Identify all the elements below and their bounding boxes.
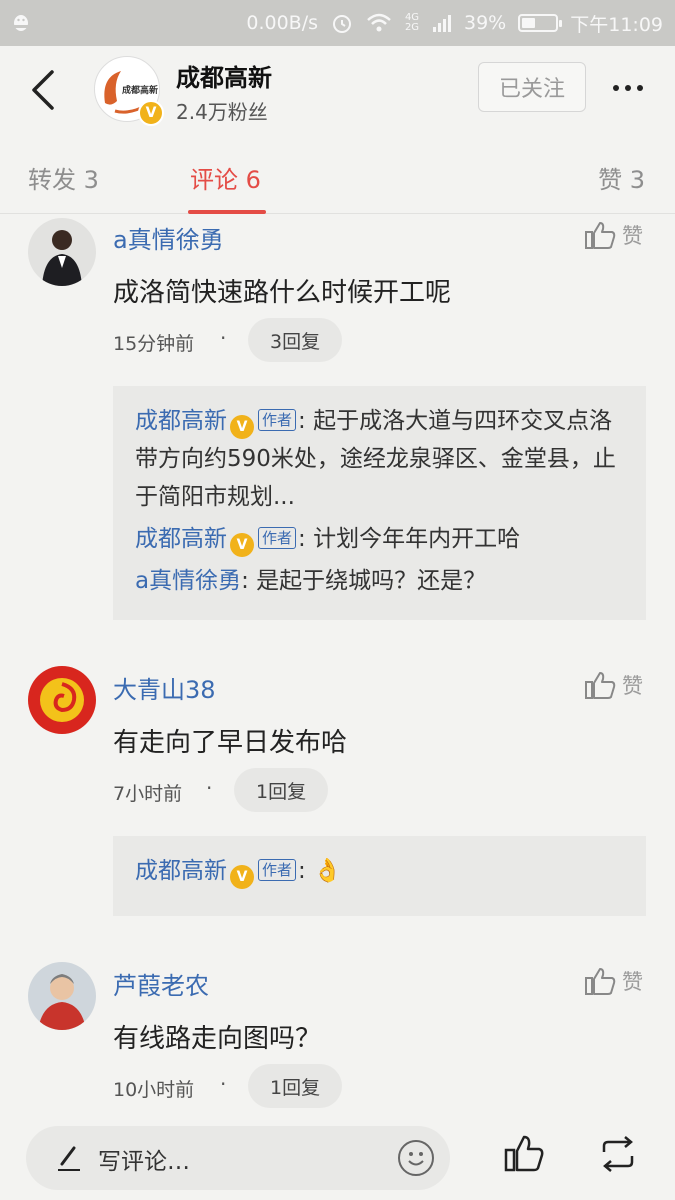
sub-reply-text: : 计划今年年内开工哈 xyxy=(298,526,521,552)
comment-like-button[interactable]: 赞 xyxy=(584,966,643,996)
user-photo-icon xyxy=(42,230,82,286)
tab-like[interactable]: 赞 3 xyxy=(598,160,645,195)
pen-icon xyxy=(58,1146,80,1171)
verified-badge-icon: V xyxy=(230,865,254,889)
thumbs-up-icon xyxy=(585,222,616,249)
reply-count-button[interactable]: 1回复 xyxy=(234,768,329,812)
battery-icon xyxy=(518,14,563,32)
author-tag: 作者 xyxy=(258,527,297,549)
sub-reply-user[interactable]: 成都高新 xyxy=(135,858,227,884)
sub-replies-box[interactable]: 成都高新 V 作者: 👌 xyxy=(113,836,646,916)
qq-penguin-icon xyxy=(14,15,28,31)
thumbs-up-icon xyxy=(585,968,616,995)
thumbs-up-icon[interactable] xyxy=(504,1134,544,1174)
sub-reply-user[interactable]: a真情徐勇 xyxy=(135,568,241,594)
tab-comment[interactable]: 评论 6 xyxy=(190,160,261,195)
avatar[interactable] xyxy=(28,962,96,1030)
wifi-icon xyxy=(367,13,391,32)
comment-text: 有线路走向图吗？ xyxy=(113,1024,322,1054)
comment-username[interactable]: 大青山38 xyxy=(113,670,216,705)
sub-reply: 成都高新 V 作者: 👌 xyxy=(135,852,624,890)
avatar[interactable] xyxy=(28,666,96,734)
comment-time: 10小时前 xyxy=(113,1079,195,1101)
comment-username[interactable]: 芦葭老农 xyxy=(113,966,209,1001)
top-header: 成都高新 V 成都高新 2.4万粉丝 已关注 xyxy=(0,46,675,138)
verified-badge-icon: V xyxy=(230,533,254,557)
comment-like-button[interactable]: 赞 xyxy=(584,220,643,250)
bottom-action-bar: 写评论… xyxy=(0,1118,675,1200)
network-speed: 0.00B/s xyxy=(246,12,318,34)
sub-reply-text: : 👌 xyxy=(298,858,342,884)
comment-text: 有走向了早日发布哈 xyxy=(113,728,348,758)
comment-input[interactable]: 写评论… xyxy=(26,1126,450,1190)
avatar[interactable] xyxy=(28,218,96,286)
sub-reply-user[interactable]: 成都高新 xyxy=(135,526,227,552)
like-label: 赞 xyxy=(622,674,643,698)
emoji-icon[interactable] xyxy=(398,1140,434,1176)
thumbs-up-icon xyxy=(585,672,616,699)
status-bar: 0.00B/s 4G 2G 39% 下午11:09 xyxy=(0,0,675,46)
repost-icon[interactable] xyxy=(598,1136,638,1172)
battery-percent: 39% xyxy=(464,12,507,34)
sub-replies-box[interactable]: 成都高新 V 作者: 起于成洛大道与四环交叉点洛带方向约590米处，途经龙泉驿区、金… xyxy=(113,386,646,620)
comment-item: 芦葭老农 赞 有线路走向图吗？ 10小时前 · 1回复 xyxy=(0,960,675,1120)
comment-text: 成洛简快速路什么时候开工呢 xyxy=(113,278,452,308)
like-label: 赞 xyxy=(622,224,643,248)
separator-dot: · xyxy=(206,776,213,800)
reply-count-button[interactable]: 3回复 xyxy=(248,318,343,362)
verified-badge-icon: V xyxy=(230,415,254,439)
sub-reply-user[interactable]: 成都高新 xyxy=(135,408,227,434)
verified-badge-icon: V xyxy=(138,100,164,126)
sub-reply: 成都高新 V 作者: 计划今年年内开工哈 xyxy=(135,520,624,558)
comment-item: 大青山38 赞 有走向了早日发布哈 7小时前 · 1回复 成都高新 V 作者: 👌 xyxy=(0,664,675,924)
reply-count-button[interactable]: 1回复 xyxy=(248,1064,343,1108)
sub-reply: 成都高新 V 作者: 起于成洛大道与四环交叉点洛带方向约590米处，途经龙泉驿区、金… xyxy=(135,402,624,516)
author-tag: 作者 xyxy=(258,859,297,881)
comment-like-button[interactable]: 赞 xyxy=(584,670,643,700)
sun-swirl-avatar-icon xyxy=(32,670,92,730)
alarm-icon xyxy=(333,15,351,33)
fans-count: 2.4万粉丝 xyxy=(176,100,268,124)
follow-button[interactable]: 已关注 xyxy=(478,62,586,112)
like-label: 赞 xyxy=(622,970,643,994)
comment-time: 7小时前 xyxy=(113,783,183,805)
comment-item: a真情徐勇 赞 成洛简快速路什么时候开工呢 15分钟前 · 3回复 成都高新 V 作… xyxy=(0,214,675,634)
signal-icon xyxy=(433,15,451,32)
account-name[interactable]: 成都高新 xyxy=(176,58,272,93)
separator-dot: · xyxy=(220,326,227,350)
user-photo-icon xyxy=(38,974,86,1030)
sub-reply: a真情徐勇: 是起于绕城吗？还是？ xyxy=(135,562,624,600)
separator-dot: · xyxy=(220,1072,227,1096)
comment-username[interactable]: a真情徐勇 xyxy=(113,220,224,255)
back-arrow-icon[interactable] xyxy=(26,68,62,112)
tab-bar: 转发 3 评论 6 赞 3 xyxy=(0,138,675,214)
more-options-icon[interactable] xyxy=(606,70,650,106)
comment-time: 15分钟前 xyxy=(113,333,195,355)
network-type: 4G 2G xyxy=(404,12,420,33)
author-tag: 作者 xyxy=(258,409,297,431)
logo-text: 成都高新 xyxy=(122,84,158,96)
tab-repost[interactable]: 转发 3 xyxy=(28,160,99,195)
sub-reply-text: : 是起于绕城吗？还是？ xyxy=(241,568,487,594)
clock: 下午11:09 xyxy=(570,13,663,36)
comment-placeholder: 写评论… xyxy=(98,1149,190,1175)
